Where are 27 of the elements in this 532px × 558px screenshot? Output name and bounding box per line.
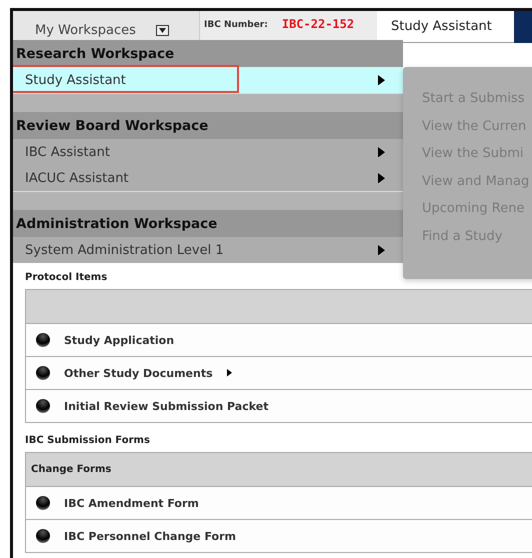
bullet-icon bbox=[36, 529, 50, 543]
document-link[interactable]: Other Study Documents bbox=[64, 366, 213, 380]
bullet-icon bbox=[36, 496, 50, 510]
arrow-icon bbox=[226, 369, 232, 377]
ibc-number-label: IBC Number: bbox=[204, 20, 268, 30]
menu-group-title: Administration Workspace bbox=[13, 210, 403, 237]
arrow-icon bbox=[378, 244, 385, 256]
menu-group-title: Review Board Workspace bbox=[13, 112, 403, 139]
arrow-icon bbox=[378, 172, 385, 184]
menu-group-title: Research Workspace bbox=[13, 40, 403, 67]
bullet-icon bbox=[36, 366, 50, 380]
menu-item[interactable]: Study Assistant bbox=[13, 67, 403, 93]
arrow-icon bbox=[378, 74, 385, 86]
document-link[interactable]: Initial Review Submission Packet bbox=[64, 400, 268, 412]
document-link[interactable]: IBC Personnel Change Form bbox=[64, 530, 236, 542]
dropdown-icon bbox=[156, 24, 169, 36]
arrow-icon bbox=[378, 146, 385, 158]
bullet-icon bbox=[36, 399, 50, 413]
section-title: IBC Submission Forms bbox=[25, 435, 151, 446]
table-header: Change Forms bbox=[26, 453, 532, 487]
section-title: Protocol Items bbox=[25, 272, 108, 283]
document-link[interactable]: IBC Amendment Form bbox=[64, 496, 199, 510]
workspaces-menu-button[interactable]: My Workspaces bbox=[13, 11, 199, 43]
ibc-number-value: IBC-22-152 bbox=[282, 17, 354, 31]
document-link[interactable]: Study Application bbox=[64, 334, 174, 346]
header-bar bbox=[514, 11, 532, 43]
bullet-icon bbox=[36, 333, 50, 347]
